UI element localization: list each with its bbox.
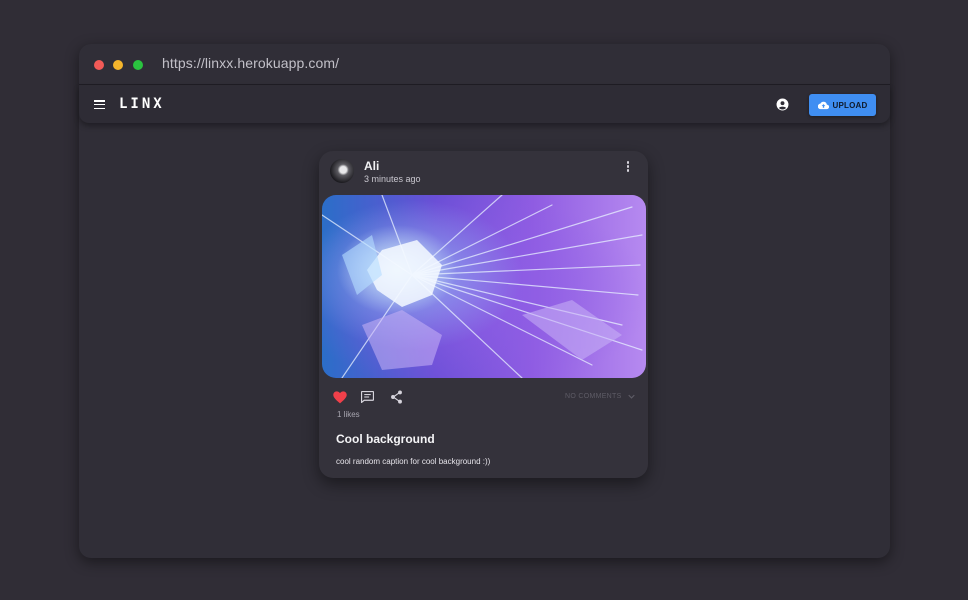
comments-toggle-label: NO COMMENTS <box>565 393 622 400</box>
app-bar: LINX UPLOAD <box>79 86 890 123</box>
post-card: Ali 3 minutes ago NO COMMENTS 1 likes Co… <box>319 151 648 478</box>
comment-icon[interactable] <box>361 391 374 403</box>
app-logo[interactable]: LINX <box>119 96 165 112</box>
post-title: Cool background <box>336 432 435 446</box>
chevron-down-icon <box>627 394 635 399</box>
cloud-upload-icon <box>817 101 829 109</box>
post-image-art <box>322 195 643 378</box>
more-vertical-icon[interactable] <box>625 161 631 173</box>
window-close-dot[interactable] <box>94 60 104 70</box>
share-icon[interactable] <box>390 390 403 404</box>
menu-icon[interactable] <box>94 100 105 110</box>
browser-url-bar: https://linxx.herokuapp.com/ <box>79 44 890 85</box>
upload-button[interactable]: UPLOAD <box>809 94 876 116</box>
post-image[interactable] <box>322 195 646 378</box>
post-timestamp: 3 minutes ago <box>364 174 421 184</box>
account-circle-icon[interactable] <box>776 98 789 111</box>
post-caption: cool random caption for cool background … <box>336 457 491 466</box>
upload-button-label: UPLOAD <box>832 100 868 110</box>
url-text[interactable]: https://linxx.herokuapp.com/ <box>162 55 339 71</box>
window-minimize-dot[interactable] <box>113 60 123 70</box>
post-author[interactable]: Ali <box>364 159 379 173</box>
heart-icon[interactable] <box>333 391 347 404</box>
window-maximize-dot[interactable] <box>133 60 143 70</box>
avatar[interactable] <box>330 159 354 183</box>
likes-count: 1 likes <box>337 410 360 419</box>
comments-toggle[interactable]: NO COMMENTS <box>565 393 635 400</box>
